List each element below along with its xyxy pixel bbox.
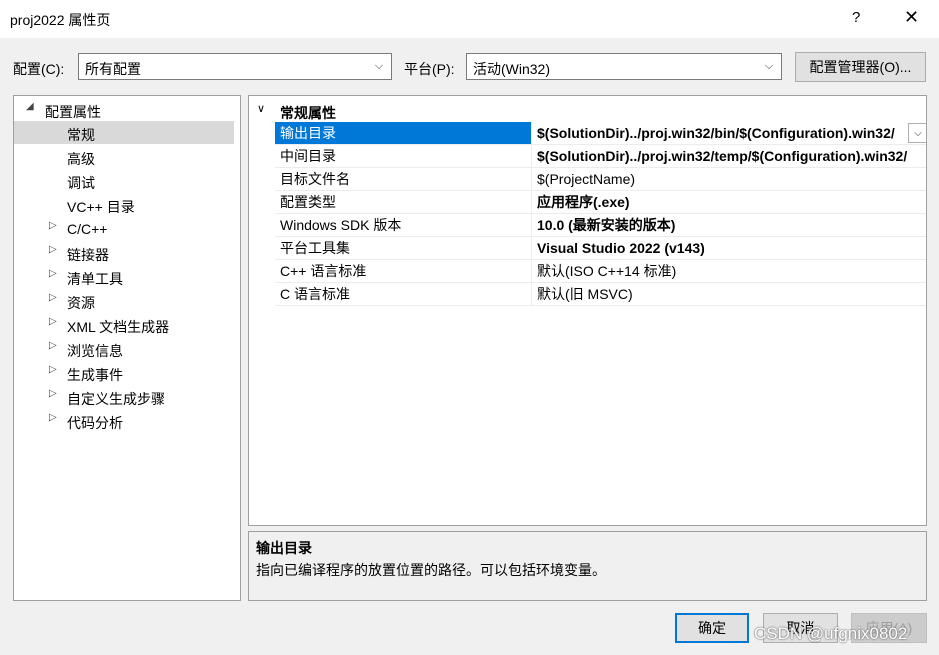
collapsed-arrow-icon[interactable]: ▷ [49, 220, 57, 231]
category-general-properties[interactable]: ∨ 常规属性 [249, 100, 926, 122]
tree-item-label: 常规 [67, 127, 95, 143]
tree-item-label: C/C++ [67, 221, 108, 237]
property-name: 输出目录 [275, 122, 532, 144]
property-value-field[interactable]: 10.0 (最新安装的版本) [533, 214, 926, 236]
window-title: proj2022 属性页 [10, 12, 111, 28]
description-text: 指向已编译程序的放置位置的路径。可以包括环境变量。 [256, 562, 606, 578]
property-name: 中间目录 [275, 145, 532, 167]
tree-root-config-properties[interactable]: ◢ 配置属性 [14, 98, 234, 121]
tree-item-linker[interactable]: ▷ 链接器 [14, 241, 234, 264]
tree-item-label: 浏览信息 [67, 343, 123, 359]
config-select-value: 所有配置 [85, 61, 141, 77]
platform-label: 平台(P): [404, 61, 455, 77]
collapsed-arrow-icon[interactable]: ▷ [49, 364, 57, 375]
tree-item-label: 链接器 [67, 247, 109, 263]
title-bar: proj2022 属性页 ? ✕ [0, 0, 939, 38]
category-tree: ◢ 配置属性 常规 高级 调试 VC++ 目录 ▷ C/C++ ▷ 链接器 ▷ … [13, 95, 241, 601]
chevron-down-icon: ⌵ [764, 60, 774, 72]
property-value-field[interactable]: 应用程序(.exe) [533, 191, 926, 213]
config-select[interactable]: 所有配置 ⌵ [78, 53, 392, 80]
tree-item-label: 代码分析 [67, 415, 123, 431]
property-row-windows-sdk-version[interactable]: Windows SDK 版本 10.0 (最新安装的版本) [275, 214, 926, 237]
ok-button[interactable]: 确定 [675, 613, 749, 643]
tree-item-label: 自定义生成步骤 [67, 391, 165, 407]
property-value-field[interactable]: Visual Studio 2022 (v143) [533, 237, 926, 259]
tree-item-build-events[interactable]: ▷ 生成事件 [14, 361, 234, 384]
expanded-arrow-icon: ◢ [26, 101, 34, 112]
property-grid: ∨ 常规属性 输出目录 $(SolutionDir)../proj.win32/… [248, 95, 927, 526]
tree-item-label: 清单工具 [67, 271, 123, 287]
tree-item-label: 调试 [67, 175, 95, 191]
tree-item-label: VC++ 目录 [67, 199, 135, 215]
property-value-field[interactable]: $(SolutionDir)../proj.win32/temp/$(Confi… [533, 145, 926, 167]
property-value-field[interactable]: 默认(旧 MSVC) [533, 283, 926, 305]
property-value-field[interactable]: $(SolutionDir)../proj.win32/bin/$(Config… [533, 122, 906, 144]
tree-item-code-analysis[interactable]: ▷ 代码分析 [14, 409, 234, 432]
chevron-down-icon[interactable]: ∨ [257, 102, 265, 115]
config-manager-button[interactable]: 配置管理器(O)... [795, 52, 926, 82]
tree-item-resources[interactable]: ▷ 资源 [14, 289, 234, 312]
tree-item-general[interactable]: 常规 [14, 121, 234, 144]
tree-item-label: 配置属性 [45, 104, 101, 120]
chevron-down-icon[interactable]: ⌵ [908, 123, 926, 143]
property-name: 配置类型 [275, 191, 532, 213]
description-panel: 输出目录 指向已编译程序的放置位置的路径。可以包括环境变量。 [248, 531, 927, 601]
collapsed-arrow-icon[interactable]: ▷ [49, 244, 57, 255]
config-label: 配置(C): [13, 61, 65, 77]
property-row-configuration-type[interactable]: 配置类型 应用程序(.exe) [275, 191, 926, 214]
tree-item-c-cpp[interactable]: ▷ C/C++ [14, 217, 234, 240]
property-name: C 语言标准 [275, 283, 532, 305]
property-row-output-directory[interactable]: 输出目录 $(SolutionDir)../proj.win32/bin/$(C… [275, 122, 926, 145]
property-name: C++ 语言标准 [275, 260, 532, 282]
collapsed-arrow-icon[interactable]: ▷ [49, 340, 57, 351]
collapsed-arrow-icon[interactable]: ▷ [49, 316, 57, 327]
tree-item-browse-info[interactable]: ▷ 浏览信息 [14, 337, 234, 360]
category-label: 常规属性 [280, 105, 336, 121]
collapsed-arrow-icon[interactable]: ▷ [49, 412, 57, 423]
platform-select-value: 活动(Win32) [473, 61, 551, 77]
tree-item-vc-directories[interactable]: VC++ 目录 [14, 193, 234, 216]
property-row-intermediate-directory[interactable]: 中间目录 $(SolutionDir)../proj.win32/temp/$(… [275, 145, 926, 168]
tree-item-label: 高级 [67, 151, 95, 167]
tree-item-manifest-tool[interactable]: ▷ 清单工具 [14, 265, 234, 288]
tree-item-label: 生成事件 [67, 367, 123, 383]
collapsed-arrow-icon[interactable]: ▷ [49, 292, 57, 303]
property-name: 目标文件名 [275, 168, 532, 190]
collapsed-arrow-icon[interactable]: ▷ [49, 268, 57, 279]
description-title: 输出目录 [256, 540, 312, 556]
tree-item-custom-build-step[interactable]: ▷ 自定义生成步骤 [14, 385, 234, 408]
tree-item-label: 资源 [67, 295, 95, 311]
property-row-c-language-standard[interactable]: C 语言标准 默认(旧 MSVC) [275, 283, 926, 306]
tree-item-advanced[interactable]: 高级 [14, 145, 234, 168]
property-row-platform-toolset[interactable]: 平台工具集 Visual Studio 2022 (v143) [275, 237, 926, 260]
property-row-cpp-language-standard[interactable]: C++ 语言标准 默认(ISO C++14 标准) [275, 260, 926, 283]
property-value-field[interactable]: 默认(ISO C++14 标准) [533, 260, 926, 282]
help-button[interactable]: ? [852, 9, 860, 26]
property-name: Windows SDK 版本 [275, 214, 532, 236]
collapsed-arrow-icon[interactable]: ▷ [49, 388, 57, 399]
property-row-target-name[interactable]: 目标文件名 $(ProjectName) [275, 168, 926, 191]
property-name: 平台工具集 [275, 237, 532, 259]
tree-item-label: XML 文档生成器 [67, 319, 170, 335]
tree-item-xml-doc-generator[interactable]: ▷ XML 文档生成器 [14, 313, 234, 336]
chevron-down-icon: ⌵ [374, 60, 384, 72]
platform-select[interactable]: 活动(Win32) ⌵ [466, 53, 782, 80]
tree-item-debugging[interactable]: 调试 [14, 169, 234, 192]
close-icon[interactable]: ✕ [904, 7, 919, 28]
property-value-field[interactable]: $(ProjectName) [533, 168, 926, 190]
watermark-text: CSDN @ufgnix0802 [754, 624, 908, 643]
